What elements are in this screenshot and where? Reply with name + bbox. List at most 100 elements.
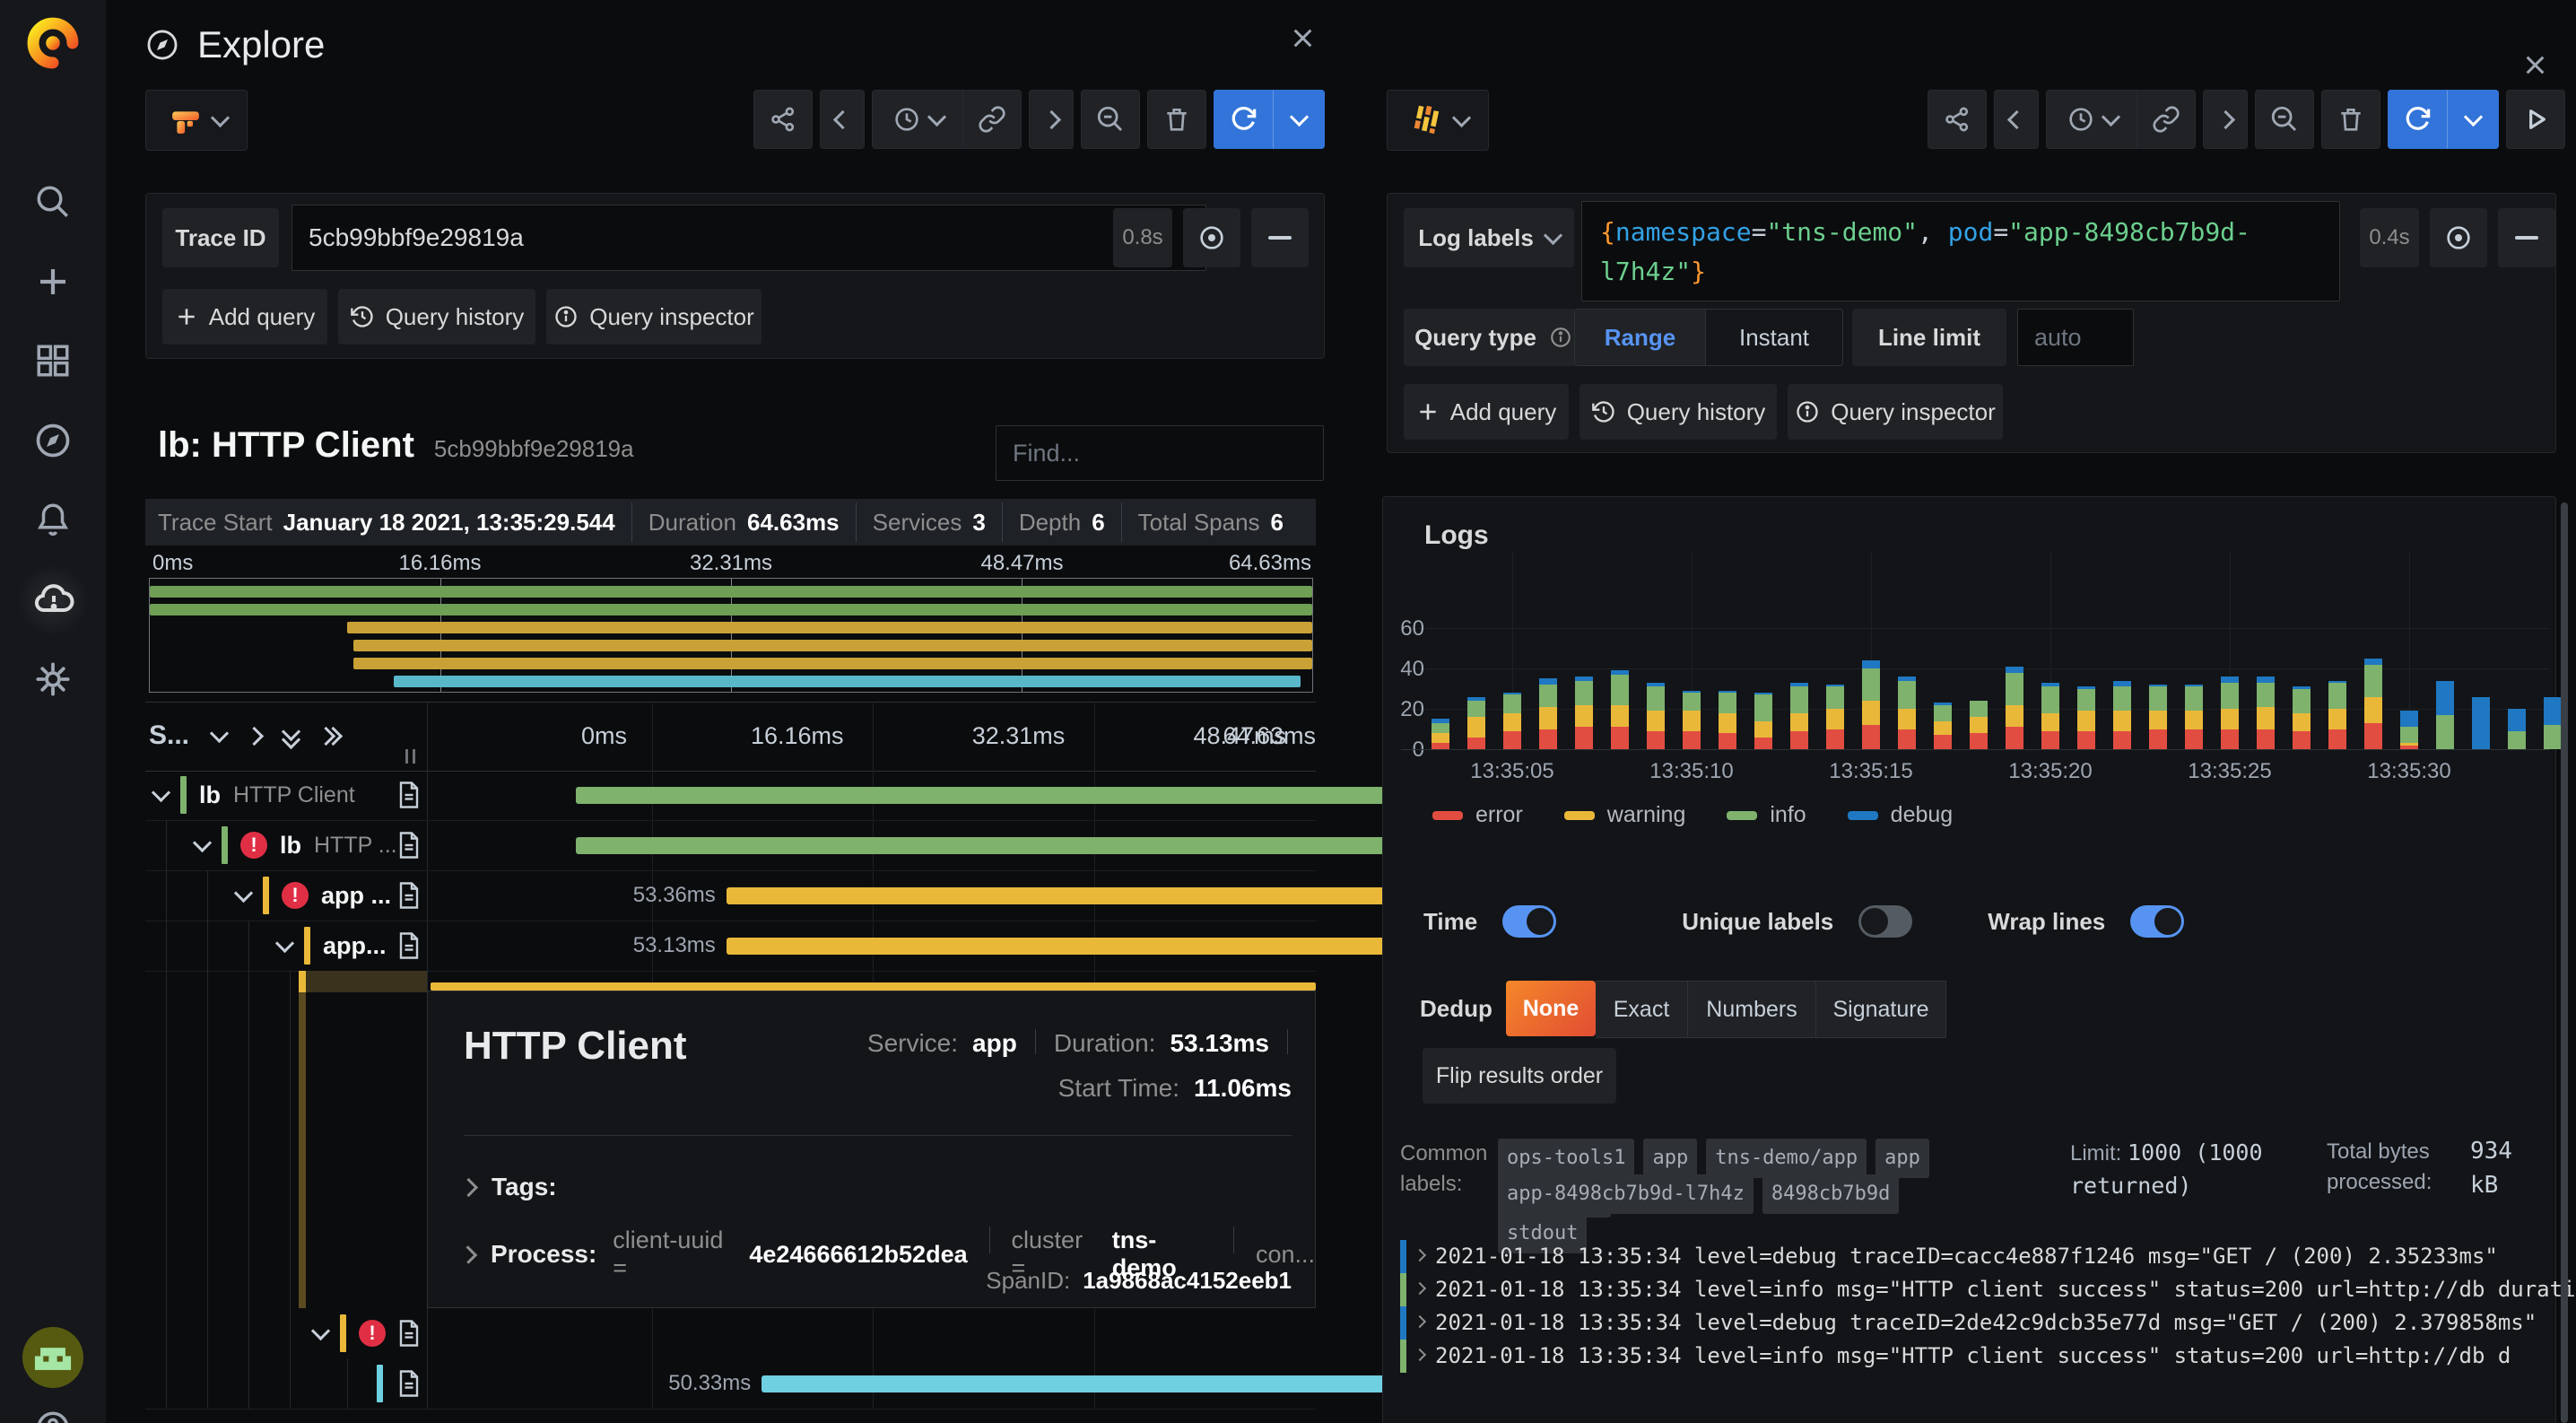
unique-labels-toggle[interactable]	[1858, 905, 1912, 938]
left-datasource-picker[interactable]	[145, 90, 248, 151]
left-pane-close-icon[interactable]	[1290, 25, 1315, 50]
legend-item[interactable]: warning	[1564, 802, 1686, 828]
span-duration-bar[interactable]	[576, 837, 1461, 854]
link-icon[interactable]	[963, 90, 1022, 149]
remove-query-minus-icon[interactable]	[1251, 208, 1309, 267]
wrap-lines-toggle[interactable]	[2130, 905, 2184, 938]
clear-trash-icon[interactable]	[2321, 90, 2380, 149]
span-row[interactable]: ! lb HTTP ...	[145, 820, 1316, 871]
chevron-down-icon[interactable]	[275, 933, 294, 952]
run-play-icon[interactable]	[2506, 90, 2565, 149]
instant-option[interactable]: Instant	[1705, 310, 1842, 365]
alerting-bell-icon[interactable]	[0, 488, 106, 551]
explore-compass-icon[interactable]	[0, 409, 106, 472]
cloud-alert-icon[interactable]	[0, 569, 106, 632]
search-icon[interactable]	[0, 170, 106, 233]
collapse-all-icon[interactable]	[284, 725, 298, 746]
add-query-button[interactable]: Add query	[1404, 384, 1569, 440]
span-duration-bar[interactable]	[727, 938, 1461, 955]
legend-item[interactable]: error	[1432, 802, 1523, 828]
share-icon[interactable]	[1928, 90, 1987, 149]
grafana-logo[interactable]	[0, 7, 106, 79]
trace-minimap[interactable]	[149, 578, 1313, 693]
query-history-button[interactable]: Query history	[1580, 384, 1777, 440]
link-icon[interactable]	[2137, 90, 2196, 149]
log-row[interactable]: 2021-01-18 13:35:34 level=debug traceID=…	[1400, 1306, 2576, 1340]
dedup-none-button[interactable]: None	[1506, 981, 1596, 1036]
span-logs-icon[interactable]	[398, 932, 420, 959]
span-duration-bar[interactable]	[727, 887, 1461, 904]
expand-all-icon[interactable]	[321, 729, 340, 743]
trace-meta-label: Duration	[648, 509, 736, 537]
selected-row-cell[interactable]	[306, 971, 427, 992]
log-row[interactable]: 2021-01-18 13:35:34 level=info msg="HTTP…	[1400, 1340, 2576, 1373]
zoom-out-icon[interactable]	[2255, 90, 2314, 149]
log-row[interactable]: 2021-01-18 13:35:34 level=info msg="HTTP…	[1400, 1273, 2576, 1306]
time-picker-clock-icon[interactable]	[2046, 90, 2137, 149]
logql-query-field[interactable]: {namespace="tns-demo", pod="app-8498cb7b…	[1581, 201, 2340, 301]
time-picker-clock-icon[interactable]	[872, 90, 963, 149]
right-pane-close-icon[interactable]	[2522, 52, 2547, 77]
tags-accordion[interactable]: Tags:	[464, 1173, 557, 1201]
dashboards-icon[interactable]	[0, 329, 106, 392]
dedup-exact-button[interactable]: Exact	[1596, 981, 1688, 1038]
disable-query-eye-icon[interactable]	[2430, 208, 2487, 267]
axis-tick-label: 64.63ms	[1229, 551, 1311, 576]
settings-gear-icon[interactable]	[0, 648, 106, 711]
remove-query-minus-icon[interactable]	[2498, 208, 2555, 267]
refresh-interval-dropdown[interactable]	[1273, 90, 1325, 149]
flip-results-order-button[interactable]: Flip results order	[1423, 1048, 1616, 1104]
trace-id-input[interactable]	[292, 205, 1206, 271]
chevron-down-icon[interactable]	[311, 1321, 330, 1340]
clear-trash-icon[interactable]	[1147, 90, 1206, 149]
trace-find-input[interactable]	[996, 425, 1324, 481]
query-inspector-button[interactable]: Query inspector	[1788, 384, 2003, 440]
share-icon[interactable]	[753, 90, 813, 149]
log-labels-selector[interactable]: Log labels	[1404, 208, 1574, 267]
create-plus-icon[interactable]	[0, 250, 106, 313]
span-row[interactable]: app... 53.13ms	[145, 921, 1316, 972]
span-row[interactable]: lb HTTP Client	[145, 770, 1316, 821]
zoom-out-icon[interactable]	[1081, 90, 1140, 149]
span-logs-icon[interactable]	[398, 832, 420, 859]
scrollbar[interactable]	[2561, 502, 2568, 1423]
line-limit-input[interactable]	[2017, 309, 2134, 366]
legend-item[interactable]: debug	[1848, 802, 1954, 828]
span-logs-icon[interactable]	[398, 882, 420, 909]
log-row[interactable]: 2021-01-18 13:35:34 level=debug traceID=…	[1400, 1240, 2576, 1273]
span-logs-icon[interactable]	[398, 1370, 420, 1397]
query-history-button[interactable]: Query history	[338, 289, 535, 345]
span-row[interactable]: ! app ... 53.36ms	[145, 870, 1316, 921]
column-resize-handle[interactable]	[405, 749, 415, 764]
span-duration-bar[interactable]	[761, 1375, 1450, 1392]
legend-item[interactable]: info	[1727, 802, 1806, 828]
dedup-numbers-button[interactable]: Numbers	[1688, 981, 1816, 1038]
selected-span-bar[interactable]	[431, 982, 1316, 991]
query-inspector-button[interactable]: Query inspector	[546, 289, 761, 345]
time-back-icon[interactable]	[1994, 90, 2039, 149]
time-toggle[interactable]	[1502, 905, 1556, 938]
span-logs-icon[interactable]	[398, 781, 420, 808]
time-forward-icon[interactable]	[1029, 90, 1074, 149]
add-query-button[interactable]: Add query	[162, 289, 327, 345]
range-option[interactable]: Range	[1575, 310, 1705, 365]
help-icon[interactable]	[0, 1396, 106, 1423]
refresh-interval-dropdown[interactable]	[2447, 90, 2499, 149]
span-row[interactable]: !	[145, 1308, 1316, 1358]
right-datasource-picker[interactable]	[1387, 90, 1489, 151]
time-back-icon[interactable]	[820, 90, 865, 149]
chevron-down-icon[interactable]	[193, 833, 212, 851]
user-avatar[interactable]	[0, 1326, 106, 1389]
disable-query-eye-icon[interactable]	[1183, 208, 1240, 267]
span-row[interactable]: 50.33ms	[145, 1358, 1316, 1410]
chevron-down-icon[interactable]	[234, 883, 253, 902]
span-duration-bar[interactable]	[576, 787, 1461, 804]
chevron-right-icon[interactable]	[245, 726, 264, 745]
span-logs-icon[interactable]	[398, 1320, 420, 1347]
chevron-down-icon[interactable]	[210, 723, 229, 742]
dedup-signature-button[interactable]: Signature	[1816, 981, 1946, 1038]
time-forward-icon[interactable]	[2203, 90, 2248, 149]
refresh-icon[interactable]	[1214, 90, 1273, 149]
chevron-down-icon[interactable]	[152, 782, 170, 801]
refresh-icon[interactable]	[2388, 90, 2447, 149]
